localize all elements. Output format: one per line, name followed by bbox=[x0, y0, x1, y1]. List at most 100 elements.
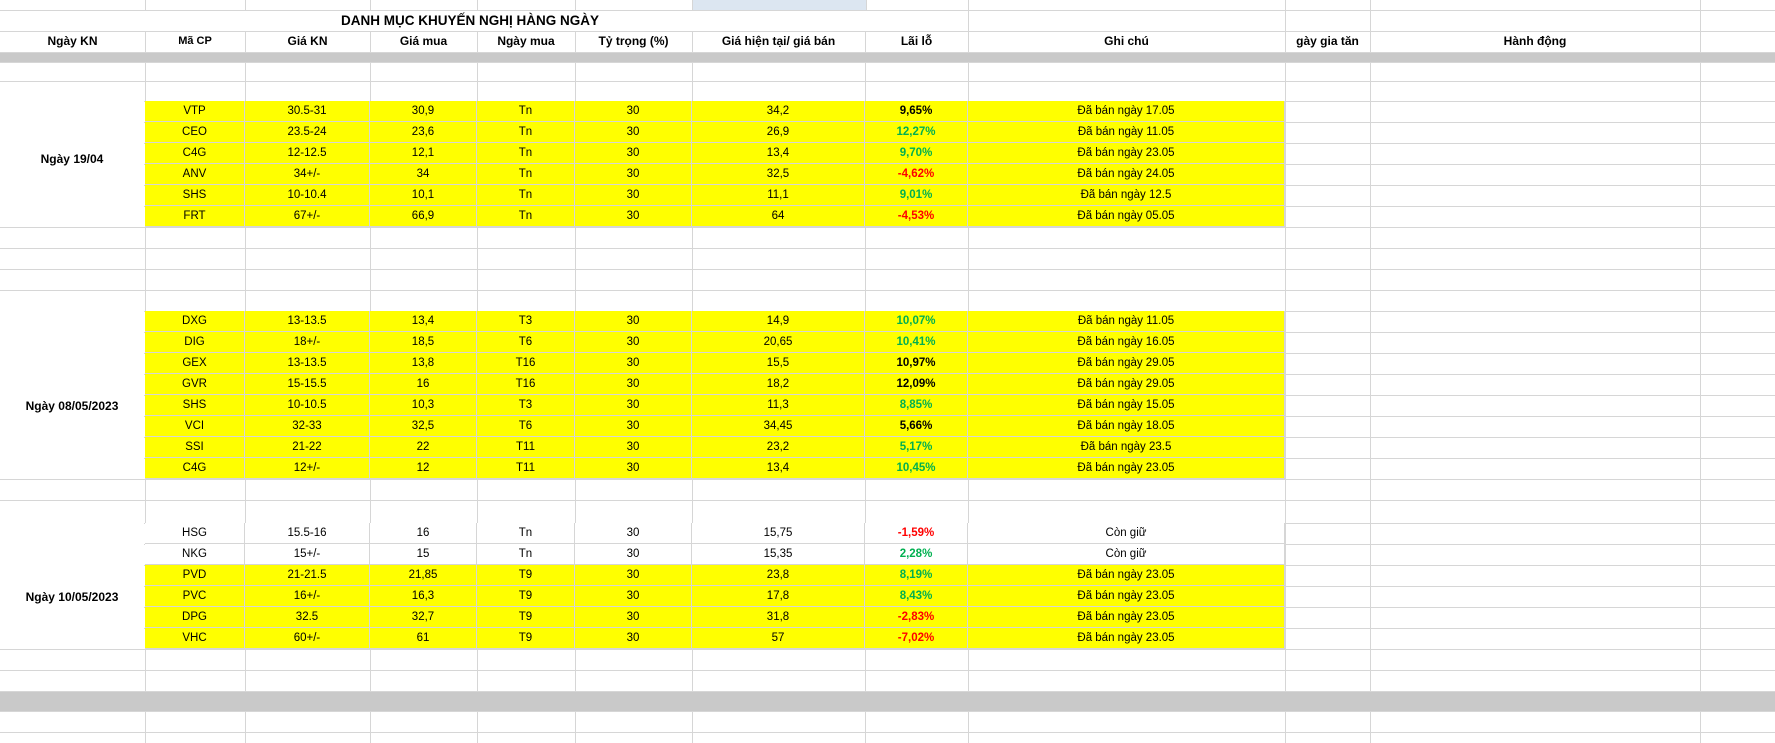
cell-ty-trong[interactable]: 30 bbox=[575, 416, 692, 437]
cell-gia-hien-tai[interactable]: 34,45 bbox=[692, 416, 865, 437]
cell-ngay-mua[interactable]: T3 bbox=[477, 311, 575, 332]
cell-ngay-mua[interactable]: Tn bbox=[477, 164, 575, 185]
cell-gia-hien-tai[interactable]: 34,2 bbox=[692, 101, 865, 122]
date-merged-cell[interactable] bbox=[0, 311, 144, 479]
cell-gia-mua[interactable]: 22 bbox=[370, 437, 477, 458]
cell-code[interactable]: PVC bbox=[145, 586, 245, 607]
cell-ghi-chu[interactable]: Còn giữ bbox=[968, 523, 1285, 544]
cell-ghi-chu[interactable]: Đã bán ngày 23.05 bbox=[968, 607, 1285, 628]
cell-gia-mua[interactable]: 13,8 bbox=[370, 353, 477, 374]
cell-gia-mua[interactable]: 10,3 bbox=[370, 395, 477, 416]
cell-ty-trong[interactable]: 30 bbox=[575, 122, 692, 143]
cell-ghi-chu[interactable]: Đã bán ngày 17.05 bbox=[968, 101, 1285, 122]
cell-gia-mua[interactable]: 16 bbox=[370, 374, 477, 395]
cell-ngay-mua[interactable]: T9 bbox=[477, 628, 575, 649]
cell-ngay-mua[interactable]: Tn bbox=[477, 101, 575, 122]
cell-code[interactable]: DPG bbox=[145, 607, 245, 628]
cell-code[interactable]: ANV bbox=[145, 164, 245, 185]
cell-gia-hien-tai[interactable]: 17,8 bbox=[692, 586, 865, 607]
cell-code[interactable]: SHS bbox=[145, 185, 245, 206]
cell-code[interactable]: DXG bbox=[145, 311, 245, 332]
cell-ngay-mua[interactable]: T11 bbox=[477, 437, 575, 458]
cell-lai-lo[interactable]: -4,53% bbox=[865, 206, 968, 227]
cell-gia-kn[interactable]: 60+/- bbox=[245, 628, 370, 649]
cell-gia-hien-tai[interactable]: 57 bbox=[692, 628, 865, 649]
cell-gia-hien-tai[interactable]: 13,4 bbox=[692, 458, 865, 479]
column-header-ghi-chu[interactable]: Ghi chú bbox=[968, 31, 1285, 52]
cell-gia-kn[interactable]: 21-21.5 bbox=[245, 565, 370, 586]
cell-lai-lo[interactable]: -4,62% bbox=[865, 164, 968, 185]
cell-ghi-chu[interactable]: Đã bán ngày 24.05 bbox=[968, 164, 1285, 185]
cell-gia-mua[interactable]: 66,9 bbox=[370, 206, 477, 227]
cell-ty-trong[interactable]: 30 bbox=[575, 206, 692, 227]
cell-gia-kn[interactable]: 30.5-31 bbox=[245, 101, 370, 122]
column-header-ngay-gia-tang[interactable]: gày gia tăn bbox=[1285, 31, 1370, 52]
cell-code[interactable]: NKG bbox=[145, 544, 245, 565]
cell-gia-hien-tai[interactable]: 64 bbox=[692, 206, 865, 227]
cell-gia-hien-tai[interactable]: 23,2 bbox=[692, 437, 865, 458]
cell-lai-lo[interactable]: 5,17% bbox=[865, 437, 968, 458]
cell-ghi-chu[interactable]: Đã bán ngày 12.5 bbox=[968, 185, 1285, 206]
cell-code[interactable]: SHS bbox=[145, 395, 245, 416]
cell-gia-hien-tai[interactable]: 15,5 bbox=[692, 353, 865, 374]
cell-gia-mua[interactable]: 12 bbox=[370, 458, 477, 479]
cell-gia-kn[interactable]: 21-22 bbox=[245, 437, 370, 458]
cell-gia-kn[interactable]: 34+/- bbox=[245, 164, 370, 185]
cell-gia-mua[interactable]: 18,5 bbox=[370, 332, 477, 353]
cell-gia-kn[interactable]: 16+/- bbox=[245, 586, 370, 607]
cell-gia-hien-tai[interactable]: 15,75 bbox=[692, 523, 865, 544]
cell-ngay-mua[interactable]: T9 bbox=[477, 586, 575, 607]
cell-ghi-chu[interactable]: Đã bán ngày 23.05 bbox=[968, 565, 1285, 586]
cell-code[interactable]: VCI bbox=[145, 416, 245, 437]
cell-ghi-chu[interactable]: Đã bán ngày 29.05 bbox=[968, 353, 1285, 374]
cell-ty-trong[interactable]: 30 bbox=[575, 143, 692, 164]
cell-gia-kn[interactable]: 13-13.5 bbox=[245, 353, 370, 374]
cell-gia-mua[interactable]: 15 bbox=[370, 544, 477, 565]
cell-ty-trong[interactable]: 30 bbox=[575, 101, 692, 122]
cell-ghi-chu[interactable]: Đã bán ngày 15.05 bbox=[968, 395, 1285, 416]
cell-ngay-mua[interactable]: Tn bbox=[477, 185, 575, 206]
cell-ty-trong[interactable]: 30 bbox=[575, 437, 692, 458]
cell-code[interactable]: C4G bbox=[145, 458, 245, 479]
column-header-gia-mua[interactable]: Giá mua bbox=[370, 31, 477, 52]
cell-gia-kn[interactable]: 67+/- bbox=[245, 206, 370, 227]
cell-ngay-mua[interactable]: T16 bbox=[477, 374, 575, 395]
cell-gia-mua[interactable]: 12,1 bbox=[370, 143, 477, 164]
cell-code[interactable]: GEX bbox=[145, 353, 245, 374]
cell-ty-trong[interactable]: 30 bbox=[575, 332, 692, 353]
cell-gia-kn[interactable]: 32.5 bbox=[245, 607, 370, 628]
cell-gia-mua[interactable]: 23,6 bbox=[370, 122, 477, 143]
cell-code[interactable]: VHC bbox=[145, 628, 245, 649]
date-merged-cell[interactable] bbox=[0, 523, 144, 649]
cell-gia-kn[interactable]: 15+/- bbox=[245, 544, 370, 565]
cell-ngay-mua[interactable]: Tn bbox=[477, 523, 575, 544]
cell-gia-kn[interactable]: 10-10.4 bbox=[245, 185, 370, 206]
cell-gia-mua[interactable]: 30,9 bbox=[370, 101, 477, 122]
column-header-ty-trong[interactable]: Tỷ trọng (%) bbox=[575, 31, 692, 52]
cell-gia-kn[interactable]: 18+/- bbox=[245, 332, 370, 353]
cell-lai-lo[interactable]: 10,07% bbox=[865, 311, 968, 332]
cell-gia-hien-tai[interactable]: 11,1 bbox=[692, 185, 865, 206]
cell-lai-lo[interactable]: 10,41% bbox=[865, 332, 968, 353]
cell-gia-kn[interactable]: 32-33 bbox=[245, 416, 370, 437]
column-header-gia-hien-tai[interactable]: Giá hiện tại/ giá bán bbox=[692, 31, 865, 52]
cell-ghi-chu[interactable]: Đã bán ngày 11.05 bbox=[968, 311, 1285, 332]
cell-code[interactable]: VTP bbox=[145, 101, 245, 122]
cell-ngay-mua[interactable]: T3 bbox=[477, 395, 575, 416]
cell-gia-hien-tai[interactable]: 26,9 bbox=[692, 122, 865, 143]
column-header-ngay-kn[interactable]: Ngày KN bbox=[0, 31, 145, 52]
cell-lai-lo[interactable]: 9,70% bbox=[865, 143, 968, 164]
cell-ghi-chu[interactable]: Đã bán ngày 23.05 bbox=[968, 586, 1285, 607]
cell-ty-trong[interactable]: 30 bbox=[575, 311, 692, 332]
cell-ty-trong[interactable]: 30 bbox=[575, 395, 692, 416]
cell-ngay-mua[interactable]: T6 bbox=[477, 332, 575, 353]
cell-ty-trong[interactable]: 30 bbox=[575, 586, 692, 607]
cell-ghi-chu[interactable]: Đã bán ngày 29.05 bbox=[968, 374, 1285, 395]
cell-gia-hien-tai[interactable]: 20,65 bbox=[692, 332, 865, 353]
cell-ghi-chu[interactable]: Còn giữ bbox=[968, 544, 1285, 565]
cell-ghi-chu[interactable]: Đã bán ngày 23.5 bbox=[968, 437, 1285, 458]
column-header-hanh-dong[interactable]: Hành động bbox=[1370, 31, 1700, 52]
cell-ty-trong[interactable]: 30 bbox=[575, 353, 692, 374]
cell-gia-kn[interactable]: 15-15.5 bbox=[245, 374, 370, 395]
cell-gia-mua[interactable]: 16 bbox=[370, 523, 477, 544]
